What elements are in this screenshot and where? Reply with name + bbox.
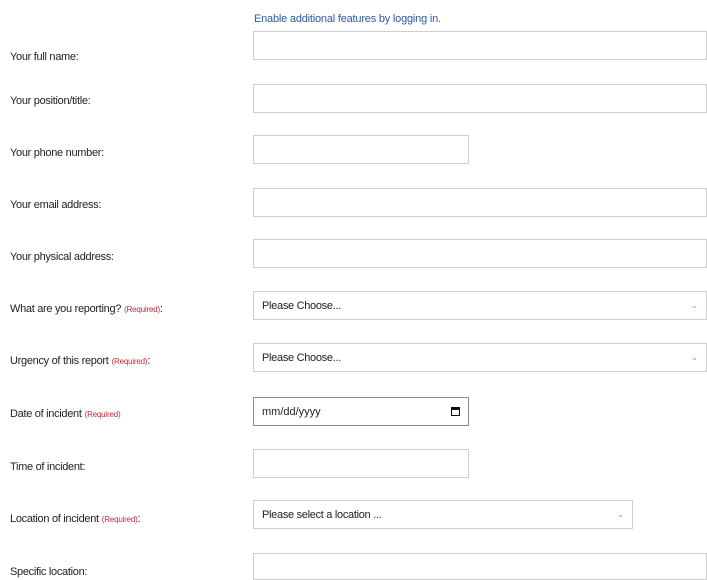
date-input[interactable]: mm/dd/yyyy <box>253 397 469 426</box>
location-select[interactable]: Please select a location ... ⌄ <box>253 500 633 529</box>
chevron-down-icon: ⌄ <box>690 300 699 310</box>
reporting-label: What are you reporting? (Required): <box>10 303 163 315</box>
email-input[interactable] <box>253 188 707 217</box>
chevron-down-icon: ⌄ <box>616 509 625 519</box>
specific-location-label: Specific location: <box>10 566 88 578</box>
reporting-select[interactable]: Please Choose... ⌄ <box>253 291 707 320</box>
time-label: Time of incident: <box>10 461 86 473</box>
urgency-label: Urgency of this report (Required): <box>10 355 151 367</box>
chevron-down-icon: ⌄ <box>690 352 699 362</box>
physical-address-label: Your physical address: <box>10 251 114 263</box>
position-label: Your position/title: <box>10 95 91 107</box>
urgency-selected-value: Please Choose... <box>262 351 341 364</box>
physical-address-input[interactable] <box>253 239 707 268</box>
full-name-label: Your full name: <box>10 51 79 63</box>
date-placeholder: mm/dd/yyyy <box>262 405 321 418</box>
calendar-icon[interactable] <box>451 407 460 416</box>
phone-input[interactable] <box>253 135 469 164</box>
required-marker: (Required) <box>124 305 160 314</box>
phone-label: Your phone number: <box>10 147 104 159</box>
required-marker: (Required) <box>84 410 121 419</box>
full-name-input[interactable] <box>253 31 707 60</box>
required-marker: (Required) <box>111 357 148 366</box>
reporting-selected-value: Please Choose... <box>262 299 341 312</box>
login-link[interactable]: Enable additional features by logging in… <box>254 13 441 25</box>
email-label: Your email address: <box>10 199 102 211</box>
location-selected-value: Please select a location ... <box>262 508 382 521</box>
required-marker: (Required) <box>101 515 138 524</box>
specific-location-input[interactable] <box>253 553 707 580</box>
location-label: Location of incident (Required): <box>10 513 141 525</box>
urgency-select[interactable]: Please Choose... ⌄ <box>253 343 707 372</box>
time-input[interactable] <box>253 449 469 478</box>
position-input[interactable] <box>253 84 707 113</box>
date-label: Date of incident (Required) <box>10 408 121 420</box>
